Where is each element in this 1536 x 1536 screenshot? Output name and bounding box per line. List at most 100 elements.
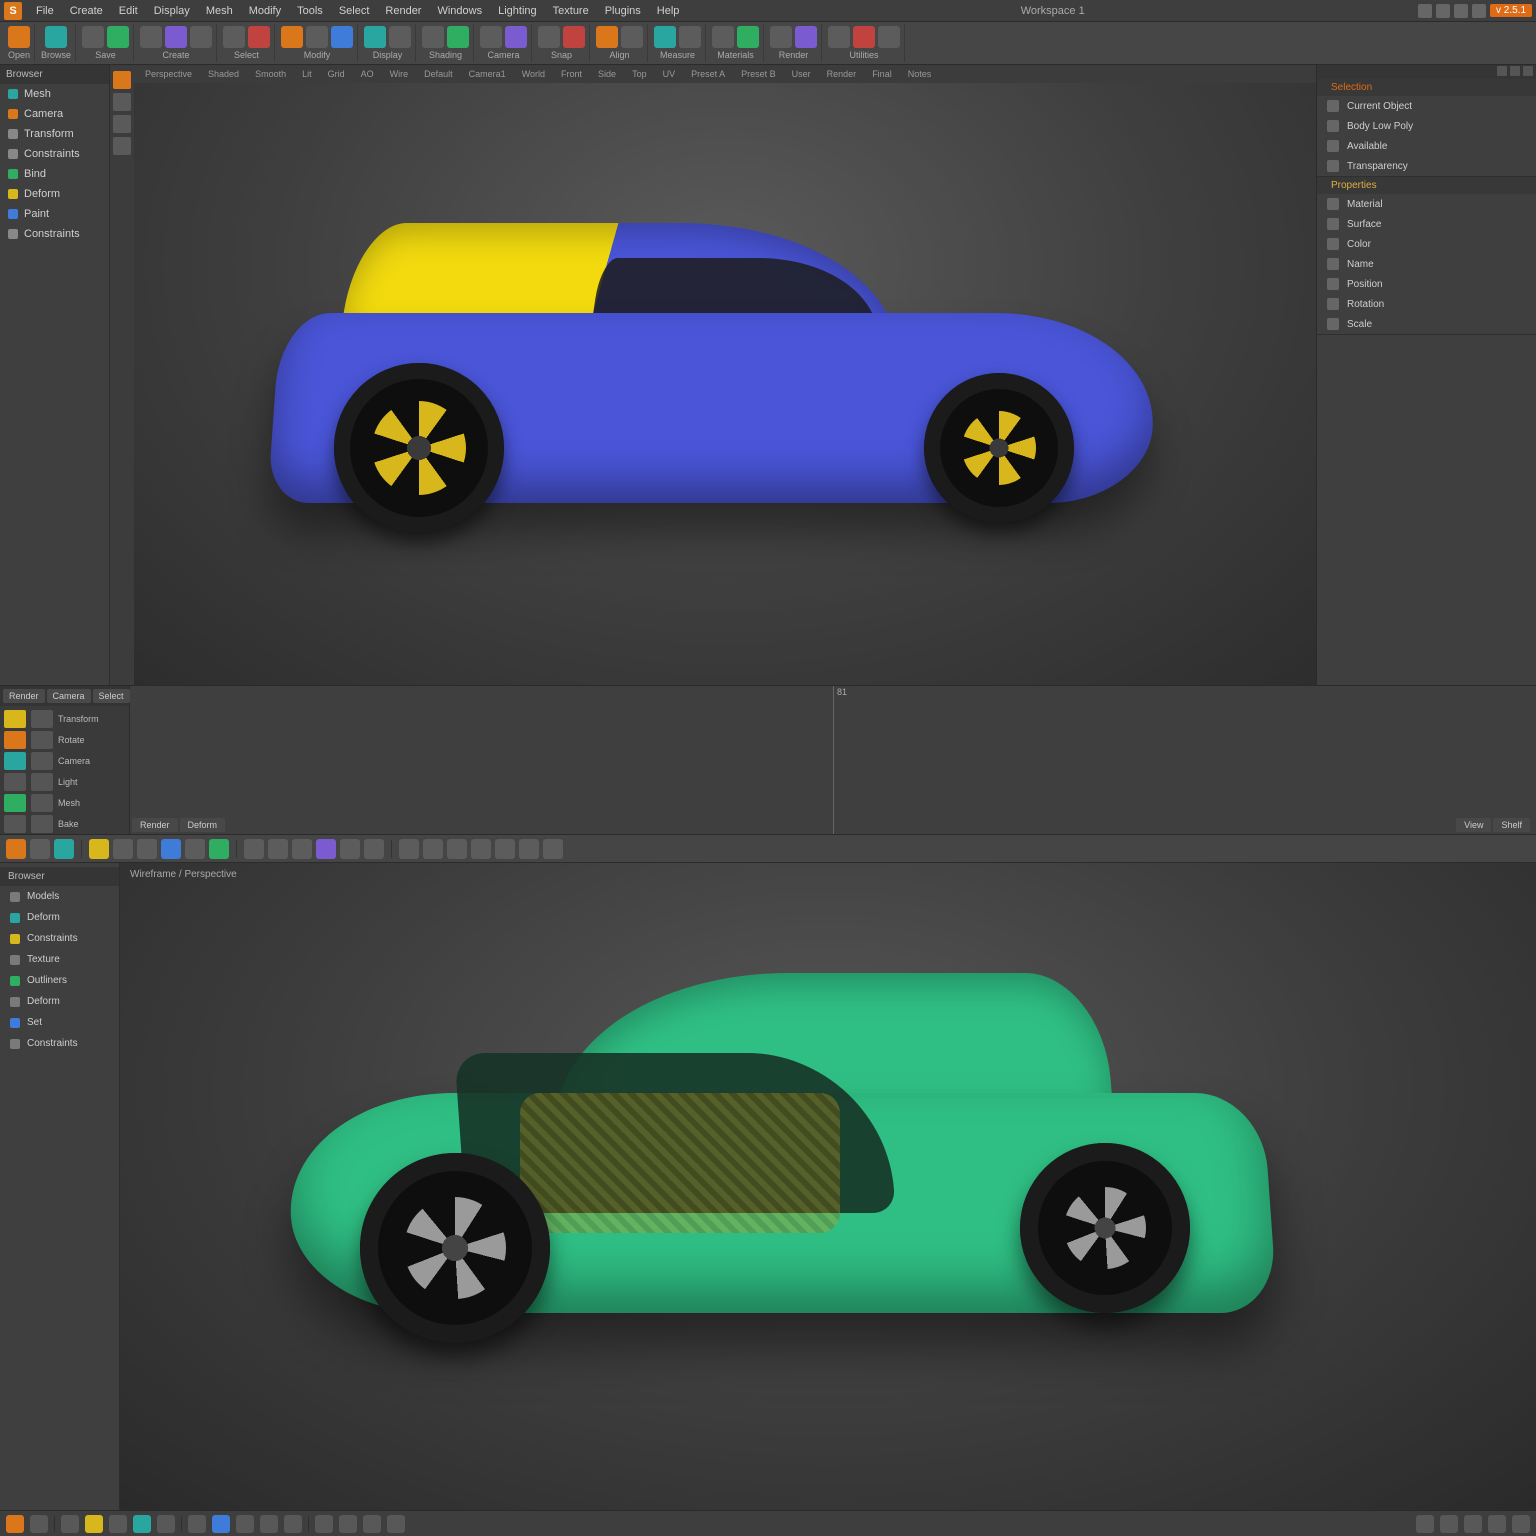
menu-texture[interactable]: Texture (545, 3, 597, 19)
ribbon-icon[interactable] (828, 26, 850, 48)
ribbon-icon[interactable] (621, 26, 643, 48)
channel-toggle[interactable] (31, 752, 53, 770)
menu-render[interactable]: Render (377, 3, 429, 19)
leftnav-item-constraints[interactable]: Constraints (0, 144, 109, 164)
ribbon-icon[interactable] (505, 26, 527, 48)
ribbon-icon[interactable] (422, 26, 444, 48)
settings-icon[interactable] (1436, 4, 1450, 18)
ribbon-icon[interactable] (82, 26, 104, 48)
toolbar2-icon[interactable] (268, 839, 288, 859)
leftnav-item-transform[interactable]: Transform (0, 124, 109, 144)
ribbon-icon[interactable] (563, 26, 585, 48)
property-row[interactable]: Current Object (1317, 96, 1536, 116)
status-icon-right[interactable] (1464, 1515, 1482, 1533)
timeline-playhead[interactable] (833, 686, 834, 834)
viewport-tab[interactable]: Notes (903, 68, 937, 80)
channel-tab[interactable]: Render (3, 689, 45, 703)
ribbon-icon[interactable] (389, 26, 411, 48)
viewport-tab[interactable]: AO (356, 68, 379, 80)
help-icon[interactable] (1418, 4, 1432, 18)
toolbar2-icon[interactable] (185, 839, 205, 859)
section-selection-header[interactable]: Selection (1317, 79, 1536, 96)
ribbon-icon[interactable] (306, 26, 328, 48)
status-icon-right[interactable] (1488, 1515, 1506, 1533)
menu-file[interactable]: File (28, 3, 62, 19)
leftnav-item-mesh[interactable]: Mesh (0, 84, 109, 104)
menu-modify[interactable]: Modify (241, 3, 289, 19)
channel-tab[interactable]: Camera (47, 689, 91, 703)
ribbon-icon[interactable] (654, 26, 676, 48)
ribbon-icon[interactable] (737, 26, 759, 48)
lower-leftnav-item[interactable]: Models (0, 886, 119, 907)
timeline-panel[interactable]: 81 RenderDeform ViewShelf (130, 686, 1536, 834)
channel-icon[interactable] (4, 731, 26, 749)
channel-toggle[interactable] (31, 794, 53, 812)
status-icon[interactable] (85, 1515, 103, 1533)
toolbar2-icon[interactable] (137, 839, 157, 859)
viewport-tab[interactable]: Side (593, 68, 621, 80)
property-row[interactable]: Name (1317, 254, 1536, 274)
toolbar2-icon[interactable] (495, 839, 515, 859)
menu-help[interactable]: Help (649, 3, 688, 19)
channel-icon[interactable] (4, 773, 26, 791)
lower-leftnav-item[interactable]: Outliners (0, 970, 119, 991)
ribbon-icon[interactable] (878, 26, 900, 48)
timeline-tab[interactable]: Deform (180, 818, 226, 832)
ribbon-icon[interactable] (45, 26, 67, 48)
ribbon-icon[interactable] (679, 26, 701, 48)
toolbar2-icon[interactable] (423, 839, 443, 859)
maximize-icon[interactable] (1472, 4, 1486, 18)
ribbon-icon[interactable] (223, 26, 245, 48)
viewport-tab[interactable]: World (517, 68, 550, 80)
toolbar2-icon[interactable] (209, 839, 229, 859)
leftnav-item-paint[interactable]: Paint (0, 204, 109, 224)
ribbon-icon[interactable] (596, 26, 618, 48)
status-icon[interactable] (387, 1515, 405, 1533)
ribbon-icon[interactable] (140, 26, 162, 48)
viewport-tab[interactable]: Perspective (140, 68, 197, 80)
viewport-tab[interactable]: Camera1 (464, 68, 511, 80)
toolbar2-icon[interactable] (447, 839, 467, 859)
channel-icon[interactable] (4, 815, 26, 833)
timeline-tab[interactable]: Render (132, 818, 178, 832)
status-icon[interactable] (6, 1515, 24, 1533)
channel-icon[interactable] (4, 710, 26, 728)
toolbar2-icon[interactable] (519, 839, 539, 859)
status-icon[interactable] (212, 1515, 230, 1533)
viewport-upper[interactable] (134, 83, 1316, 685)
toolbar2-icon[interactable] (161, 839, 181, 859)
toolbar2-icon[interactable] (340, 839, 360, 859)
viewport-lower[interactable]: Wireframe / Perspective (120, 863, 1536, 1510)
leftnav-item-camera[interactable]: Camera (0, 104, 109, 124)
ribbon-icon[interactable] (8, 26, 30, 48)
viewport-tab[interactable]: Default (419, 68, 458, 80)
menu-mesh[interactable]: Mesh (198, 3, 241, 19)
viewport-tab[interactable]: User (787, 68, 816, 80)
property-row[interactable]: Material (1317, 194, 1536, 214)
status-icon-right[interactable] (1416, 1515, 1434, 1533)
panel-pin-icon[interactable] (1497, 66, 1507, 76)
viewport-tab[interactable]: Lit (297, 68, 317, 80)
status-icon[interactable] (188, 1515, 206, 1533)
property-row[interactable]: Surface (1317, 214, 1536, 234)
panel-menu-icon[interactable] (1510, 66, 1520, 76)
status-icon-right[interactable] (1512, 1515, 1530, 1533)
menu-tools[interactable]: Tools (289, 3, 331, 19)
app-icon[interactable]: S (4, 2, 22, 20)
viewport-tab[interactable]: Front (556, 68, 587, 80)
lower-leftnav-item[interactable]: Deform (0, 907, 119, 928)
viewport-tab[interactable]: Final (867, 68, 897, 80)
channel-toggle[interactable] (31, 815, 53, 833)
panel-close-icon[interactable] (1523, 66, 1533, 76)
vtab-1[interactable] (113, 71, 131, 89)
status-icon[interactable] (30, 1515, 48, 1533)
leftnav-item-bind[interactable]: Bind (0, 164, 109, 184)
menu-lighting[interactable]: Lighting (490, 3, 545, 19)
channel-icon[interactable] (4, 752, 26, 770)
status-icon[interactable] (236, 1515, 254, 1533)
channel-toggle[interactable] (31, 710, 53, 728)
status-icon[interactable] (157, 1515, 175, 1533)
menu-edit[interactable]: Edit (111, 3, 146, 19)
menu-plugins[interactable]: Plugins (597, 3, 649, 19)
ribbon-icon[interactable] (364, 26, 386, 48)
